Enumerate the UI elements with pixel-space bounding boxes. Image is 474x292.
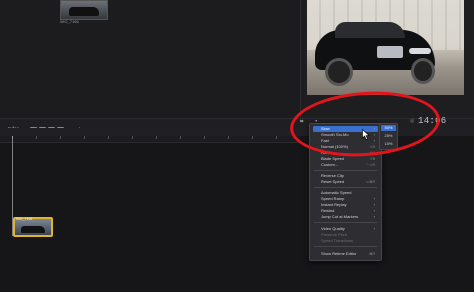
browser-clip-thumbnail[interactable]: [60, 0, 108, 20]
menu-item-jump-cut[interactable]: Jump Cut at Markers ›: [313, 214, 378, 220]
menu-separator: [314, 246, 377, 247]
submenu-item-10[interactable]: 10%: [381, 141, 396, 147]
mouse-cursor-icon: [362, 129, 370, 140]
menu-item-custom[interactable]: Custom... ⌃⌥R: [313, 162, 378, 168]
menu-item-label: Automatic Speed: [321, 190, 352, 195]
menu-item-label: Hold: [321, 150, 330, 155]
menu-separator: [314, 222, 377, 223]
menu-item-label: Custom...: [321, 162, 339, 167]
menu-item-label: Reset Speed: [321, 179, 345, 184]
menu-item-label: Show Retime Editor: [321, 251, 357, 256]
browser-panel: [0, 0, 300, 118]
slow-submenu: 50% 25% 10%: [379, 123, 398, 150]
menu-separator: [314, 170, 377, 171]
menu-separator: [314, 187, 377, 188]
menu-item-label: Preserve Pitch: [321, 232, 348, 237]
submenu-item-50[interactable]: 50%: [381, 125, 396, 131]
menu-item-label: Blade Speed: [321, 156, 344, 161]
menu-item-label: Video Quality: [321, 226, 345, 231]
menu-item-label: Jump Cut at Markers: [321, 214, 359, 219]
timecode-display: 14:06: [418, 116, 447, 126]
timeline-header: [0, 128, 474, 136]
browser-clip-name: IMG_7166: [60, 19, 79, 24]
submenu-arrow-icon: ›: [373, 214, 375, 219]
menu-item-label: Normal (100%): [321, 144, 348, 149]
menu-item-label: Fast: [321, 138, 329, 143]
submenu-item-25[interactable]: 25%: [381, 133, 396, 139]
menu-item-label: Reverse Clip: [321, 173, 344, 178]
menu-item-label: Slow: [321, 126, 330, 131]
timeline-area[interactable]: [0, 128, 474, 292]
menu-item-label: Smooth Slo-Mo: [321, 132, 349, 137]
menu-item-label: Instant Replay: [321, 202, 347, 207]
viewer-frame: [307, 0, 464, 95]
menu-item-show-retime-editor[interactable]: Show Retime Editor ⌘R: [313, 251, 378, 257]
crop-icon[interactable]: ⌗: [300, 119, 308, 126]
menu-item-label: Rewind: [321, 208, 335, 213]
timecode-icon: ◎: [410, 118, 415, 124]
timeline-ruler[interactable]: [0, 136, 300, 143]
menu-item-label: Speed Ramp: [321, 196, 345, 201]
retime-menu: Slow › Smooth Slo-Mo › Fast › Normal (100%)…: [309, 123, 382, 261]
menu-item-reset-speed[interactable]: Reset Speed ⌥⌘R: [313, 179, 378, 185]
menu-item-shortcut: ⌃⌥R: [365, 163, 376, 167]
menu-item-speed-transitions: Speed Transitions: [313, 238, 378, 244]
timeline-clip-label: IMG_7166: [16, 217, 33, 221]
menu-item-shortcut: ⌥⌘R: [364, 180, 375, 184]
menu-item-shortcut: ⌘R: [368, 252, 375, 256]
menu-item-label: Speed Transitions: [321, 238, 354, 243]
